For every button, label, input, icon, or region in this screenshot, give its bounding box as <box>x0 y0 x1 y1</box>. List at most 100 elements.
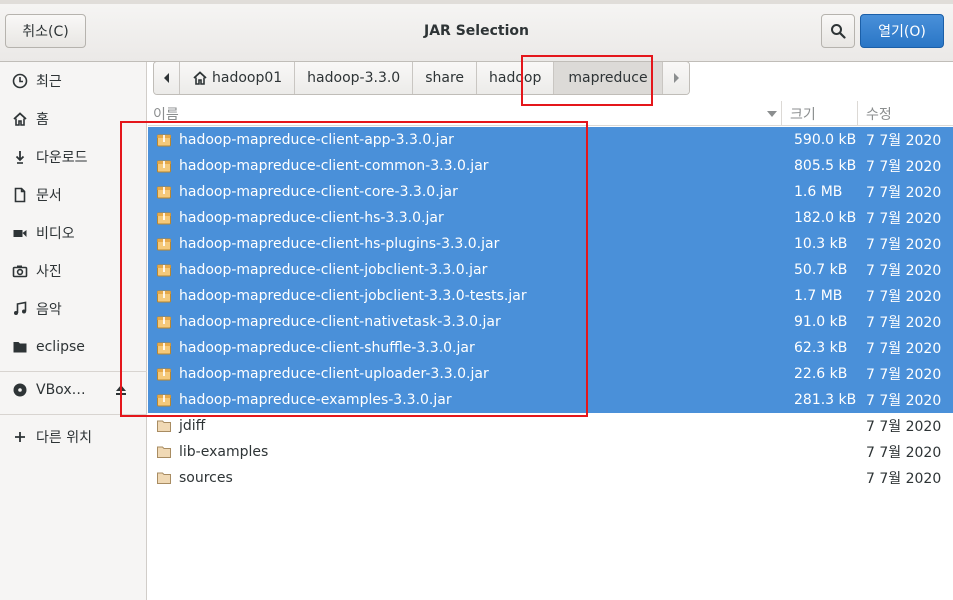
archive-icon <box>157 160 171 173</box>
path-segment-share[interactable]: share <box>413 62 478 94</box>
document-icon <box>11 186 29 204</box>
file-size: 1.6 MB <box>794 184 843 200</box>
archive-icon <box>157 368 171 381</box>
sidebar-item-label: 최근 <box>36 74 62 90</box>
table-row[interactable]: hadoop-mapreduce-client-jobclient-3.3.0-… <box>148 283 953 309</box>
path-segment-mapreduce[interactable]: mapreduce <box>554 62 663 94</box>
sidebar-item-label: 비디오 <box>36 226 75 242</box>
column-header-modified[interactable]: 수정 <box>857 101 953 126</box>
column-header-name[interactable]: 이름 <box>153 101 179 126</box>
file-name: hadoop-mapreduce-client-jobclient-3.3.0-… <box>179 288 527 304</box>
table-row[interactable]: hadoop-mapreduce-client-core-3.3.0.jar 1.… <box>148 179 953 205</box>
archive-icon <box>157 394 171 407</box>
sidebar-item-recent[interactable]: 최근 <box>0 62 147 100</box>
sidebar-item-label: 음악 <box>36 302 62 318</box>
home-icon <box>11 110 29 128</box>
path-bar: hadoop01 hadoop-3.3.0 share hadoop mapre… <box>153 61 690 95</box>
sort-indicator <box>766 101 778 126</box>
window-top-strip <box>0 0 953 4</box>
table-row[interactable]: hadoop-mapreduce-client-app-3.3.0.jar 590… <box>148 127 953 153</box>
chevron-right-icon <box>673 73 679 83</box>
file-size: 91.0 kB <box>794 314 848 330</box>
path-segment-hadoop[interactable]: hadoop <box>477 62 555 94</box>
folder-icon <box>11 338 29 356</box>
file-name: sources <box>179 470 233 486</box>
archive-icon <box>157 186 171 199</box>
eject-icon[interactable] <box>113 382 129 398</box>
file-size: 281.3 kB <box>794 392 857 408</box>
video-icon <box>11 224 29 242</box>
sidebar-item-vbox[interactable]: VBox… <box>0 371 147 409</box>
sidebar-item-eclipse[interactable]: eclipse <box>0 328 147 366</box>
sidebar-item-label: 다른 위치 <box>36 430 92 446</box>
sidebar-item-label: eclipse <box>36 339 85 355</box>
sidebar-item-other-locations[interactable]: 다른 위치 <box>0 418 147 456</box>
path-segment-label: mapreduce <box>568 70 648 86</box>
cancel-button[interactable]: 취소(C) <box>5 14 86 48</box>
column-headers: 이름 크기 수정 <box>148 101 953 126</box>
column-header-size[interactable]: 크기 <box>781 101 856 126</box>
header-bar: 취소(C) JAR Selection 열기(O) <box>0 0 953 62</box>
file-name: hadoop-mapreduce-client-shuffle-3.3.0.ja… <box>179 340 475 356</box>
camera-icon <box>11 262 29 280</box>
file-size: 1.7 MB <box>794 288 843 304</box>
file-size: 50.7 kB <box>794 262 848 278</box>
sidebar-item-home[interactable]: 홈 <box>0 100 147 138</box>
file-modified-date: 7 7월 2020 <box>866 159 942 175</box>
sidebar-item-pictures[interactable]: 사진 <box>0 252 147 290</box>
file-modified-date: 7 7월 2020 <box>866 367 942 383</box>
table-row[interactable]: hadoop-mapreduce-client-hs-plugins-3.3.0… <box>148 231 953 257</box>
path-scroll-left-button[interactable] <box>154 62 180 94</box>
open-button[interactable]: 열기(O) <box>860 14 944 48</box>
file-list: hadoop-mapreduce-client-app-3.3.0.jar 590… <box>148 127 953 491</box>
file-modified-date: 7 7월 2020 <box>866 315 942 331</box>
table-row[interactable]: hadoop-mapreduce-client-shuffle-3.3.0.ja… <box>148 335 953 361</box>
table-row[interactable]: hadoop-mapreduce-client-jobclient-3.3.0.… <box>148 257 953 283</box>
table-row[interactable]: hadoop-mapreduce-client-nativetask-3.3.0… <box>148 309 953 335</box>
sidebar-item-downloads[interactable]: 다운로드 <box>0 138 147 176</box>
path-segment-hadoop-3.3.0[interactable]: hadoop-3.3.0 <box>295 62 414 94</box>
archive-icon <box>157 264 171 277</box>
file-modified-date: 7 7월 2020 <box>866 263 942 279</box>
file-size: 22.6 kB <box>794 366 848 382</box>
archive-icon <box>157 212 171 225</box>
file-size: 590.0 kB <box>794 132 857 148</box>
clock-icon <box>11 72 29 90</box>
folder-icon <box>157 446 171 458</box>
sidebar-item-label: 다운로드 <box>36 150 88 166</box>
table-row[interactable]: sources 7 7월 2020 <box>148 465 953 491</box>
sidebar-item-music[interactable]: 음악 <box>0 290 147 328</box>
table-row[interactable]: jdiff 7 7월 2020 <box>148 413 953 439</box>
path-segment-hadoop01[interactable]: hadoop01 <box>180 62 296 94</box>
table-row[interactable]: hadoop-mapreduce-client-hs-3.3.0.jar 182.… <box>148 205 953 231</box>
dialog-title: JAR Selection <box>424 23 529 39</box>
search-button[interactable] <box>821 14 855 48</box>
path-scroll-right-button[interactable] <box>662 62 689 94</box>
search-icon <box>831 24 846 39</box>
table-row[interactable]: lib-examples 7 7월 2020 <box>148 439 953 465</box>
file-name: jdiff <box>179 418 206 434</box>
file-name: hadoop-mapreduce-client-app-3.3.0.jar <box>179 132 454 148</box>
file-name: hadoop-mapreduce-client-jobclient-3.3.0.… <box>179 262 488 278</box>
sidebar-item-label: VBox… <box>36 382 86 398</box>
table-row[interactable]: hadoop-mapreduce-examples-3.3.0.jar 281.3… <box>148 387 953 413</box>
file-name: hadoop-mapreduce-examples-3.3.0.jar <box>179 392 452 408</box>
file-modified-date: 7 7월 2020 <box>866 185 942 201</box>
archive-icon <box>157 342 171 355</box>
file-modified-date: 7 7월 2020 <box>866 237 942 253</box>
sidebar-item-videos[interactable]: 비디오 <box>0 214 147 252</box>
path-segment-label: hadoop <box>489 70 542 86</box>
file-size: 62.3 kB <box>794 340 848 356</box>
file-modified-date: 7 7월 2020 <box>866 445 942 461</box>
sidebar-separator <box>0 414 147 415</box>
file-name: hadoop-mapreduce-client-common-3.3.0.jar <box>179 158 489 174</box>
file-name: lib-examples <box>179 444 269 460</box>
file-modified-date: 7 7월 2020 <box>866 211 942 227</box>
sidebar-item-documents[interactable]: 문서 <box>0 176 147 214</box>
file-name: hadoop-mapreduce-client-core-3.3.0.jar <box>179 184 458 200</box>
file-modified-date: 7 7월 2020 <box>866 419 942 435</box>
table-row[interactable]: hadoop-mapreduce-client-common-3.3.0.jar… <box>148 153 953 179</box>
path-segment-label: share <box>425 70 465 86</box>
table-row[interactable]: hadoop-mapreduce-client-uploader-3.3.0.j… <box>148 361 953 387</box>
archive-icon <box>157 290 171 303</box>
